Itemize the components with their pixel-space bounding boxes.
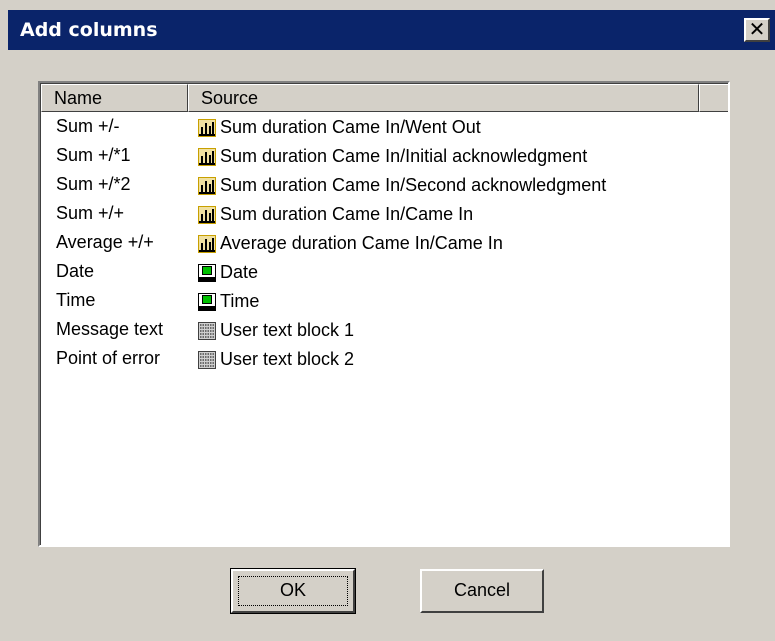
column-source-label: Average duration Came In/Came In bbox=[220, 233, 503, 253]
column-name: Date bbox=[56, 261, 95, 281]
statistics-icon bbox=[197, 147, 217, 167]
list-item[interactable]: Sum +/+ Sum duration Came In/Came In bbox=[40, 200, 728, 229]
column-source: Sum duration Came In/Initial acknowledgm… bbox=[197, 142, 587, 171]
ok-button[interactable]: OK bbox=[230, 568, 356, 614]
column-source-label: Sum duration Came In/Second acknowledgme… bbox=[220, 175, 607, 195]
cancel-button[interactable]: Cancel bbox=[420, 569, 544, 613]
statistics-icon bbox=[197, 176, 217, 196]
list-item[interactable]: Time Time bbox=[40, 287, 728, 316]
column-source-label: Sum duration Came In/Went Out bbox=[220, 117, 481, 137]
column-name: Point of error bbox=[56, 348, 161, 368]
column-source: User text block 1 bbox=[197, 316, 354, 345]
column-source-label: Sum duration Came In/Came In bbox=[220, 204, 474, 224]
list-item[interactable]: Average +/+ Average duration Came In/Came… bbox=[40, 229, 728, 258]
column-name: Average +/+ bbox=[56, 232, 154, 252]
column-name: Sum +/+ bbox=[56, 203, 125, 223]
column-name: Sum +/*1 bbox=[56, 145, 131, 165]
statistics-icon bbox=[197, 118, 217, 138]
columns-list[interactable]: Name Source Sum +/- Sum duration Came In/… bbox=[38, 81, 730, 547]
column-source: Time bbox=[197, 287, 259, 316]
column-name: Time bbox=[56, 290, 96, 310]
column-source-label: Time bbox=[220, 291, 260, 311]
system-block-icon bbox=[197, 292, 217, 312]
list-body: Sum +/- Sum duration Came In/Went Out Sum … bbox=[40, 113, 728, 374]
list-item[interactable]: Sum +/*2 Sum duration Came In/Second ackn… bbox=[40, 171, 728, 200]
column-name: Sum +/- bbox=[56, 116, 120, 136]
close-button[interactable]: ✕ bbox=[744, 18, 770, 42]
text-block-icon bbox=[197, 321, 217, 341]
cancel-label: Cancel bbox=[453, 580, 511, 600]
column-source: Average duration Came In/Came In bbox=[197, 229, 503, 258]
column-source-label: Sum duration Came In/Initial acknowledgm… bbox=[220, 146, 588, 166]
close-icon: ✕ bbox=[748, 19, 766, 41]
column-source-label: User text block 1 bbox=[220, 320, 355, 340]
text-block-icon bbox=[197, 350, 217, 370]
statistics-icon bbox=[197, 205, 217, 225]
list-item[interactable]: Point of error User text block 2 bbox=[40, 345, 728, 374]
column-name: Sum +/*2 bbox=[56, 174, 131, 194]
focus-rect bbox=[238, 576, 348, 606]
column-source: Date bbox=[197, 258, 258, 287]
list-item[interactable]: Message text User text block 1 bbox=[40, 316, 728, 345]
column-source: Sum duration Came In/Second acknowledgme… bbox=[197, 171, 606, 200]
column-source: User text block 2 bbox=[197, 345, 354, 374]
add-columns-dialog: Add columns ✕ Name Source Sum +/- Sum dur… bbox=[0, 0, 775, 641]
title-bar: Add columns ✕ bbox=[8, 10, 775, 50]
list-item[interactable]: Sum +/*1 Sum duration Came In/Initial ack… bbox=[40, 142, 728, 171]
dialog-title: Add columns bbox=[20, 19, 158, 41]
column-source: Sum duration Came In/Went Out bbox=[197, 113, 481, 142]
list-item[interactable]: Date Date bbox=[40, 258, 728, 287]
statistics-icon bbox=[197, 234, 217, 254]
list-item[interactable]: Sum +/- Sum duration Came In/Went Out bbox=[40, 113, 728, 142]
column-header-source[interactable]: Source bbox=[188, 84, 699, 112]
list-header: Name Source bbox=[41, 84, 728, 112]
column-header-name[interactable]: Name bbox=[41, 84, 188, 112]
column-name: Message text bbox=[56, 319, 164, 339]
column-source-label: Date bbox=[220, 262, 259, 282]
column-source-label: User text block 2 bbox=[220, 349, 355, 369]
column-source: Sum duration Came In/Came In bbox=[197, 200, 473, 229]
column-header-filler bbox=[699, 84, 728, 112]
system-block-icon bbox=[197, 263, 217, 283]
